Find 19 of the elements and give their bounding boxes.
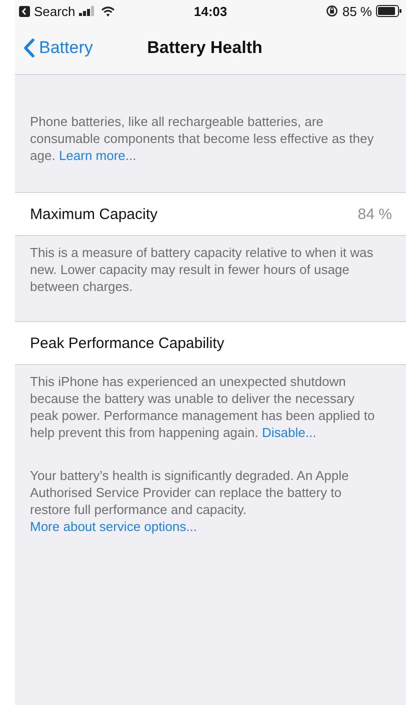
row-label: Maximum Capacity: [30, 206, 158, 222]
row-footer-text: This is a measure of battery capacity relative to when it was new. Lower capacity may result in fewer hours of usage between charges.: [29, 244, 374, 296]
row-value: 84 %: [358, 206, 392, 222]
row-footer-text: This iPhone has experienced an unexpected shutdown because the battery was unable to deliver the necessary peak power. Performance management has been applied to help prevent this from happening again. Disable...: [29, 373, 376, 442]
back-button[interactable]: Battery: [15, 38, 93, 58]
link[interactable]: Learn more...: [58, 148, 136, 163]
info-paragraph: Phone batteries, like all rechargeable batteries, are consumable components that become less effective as they age. Learn more...: [29, 113, 375, 164]
wifi-icon: [101, 6, 116, 16]
chevron-left-icon: [23, 38, 35, 58]
link[interactable]: More about service options...: [30, 519, 197, 534]
battery-icon: [376, 5, 402, 17]
row-label: Peak Performance Capability: [30, 334, 224, 352]
rotation-lock-icon: [326, 5, 338, 17]
battery-percent: 85 %: [342, 4, 372, 18]
info-paragraph: Your battery’s health is significantly degraded. An Apple Authorised Service Provider can replace the battery to restore full performance and capacity. More about service options...: [29, 467, 350, 535]
link[interactable]: Disable...: [262, 425, 316, 440]
status-time: 14:03: [194, 4, 228, 18]
back-app-label[interactable]: Search: [34, 4, 76, 18]
screen-title: Battery Health: [147, 38, 262, 58]
